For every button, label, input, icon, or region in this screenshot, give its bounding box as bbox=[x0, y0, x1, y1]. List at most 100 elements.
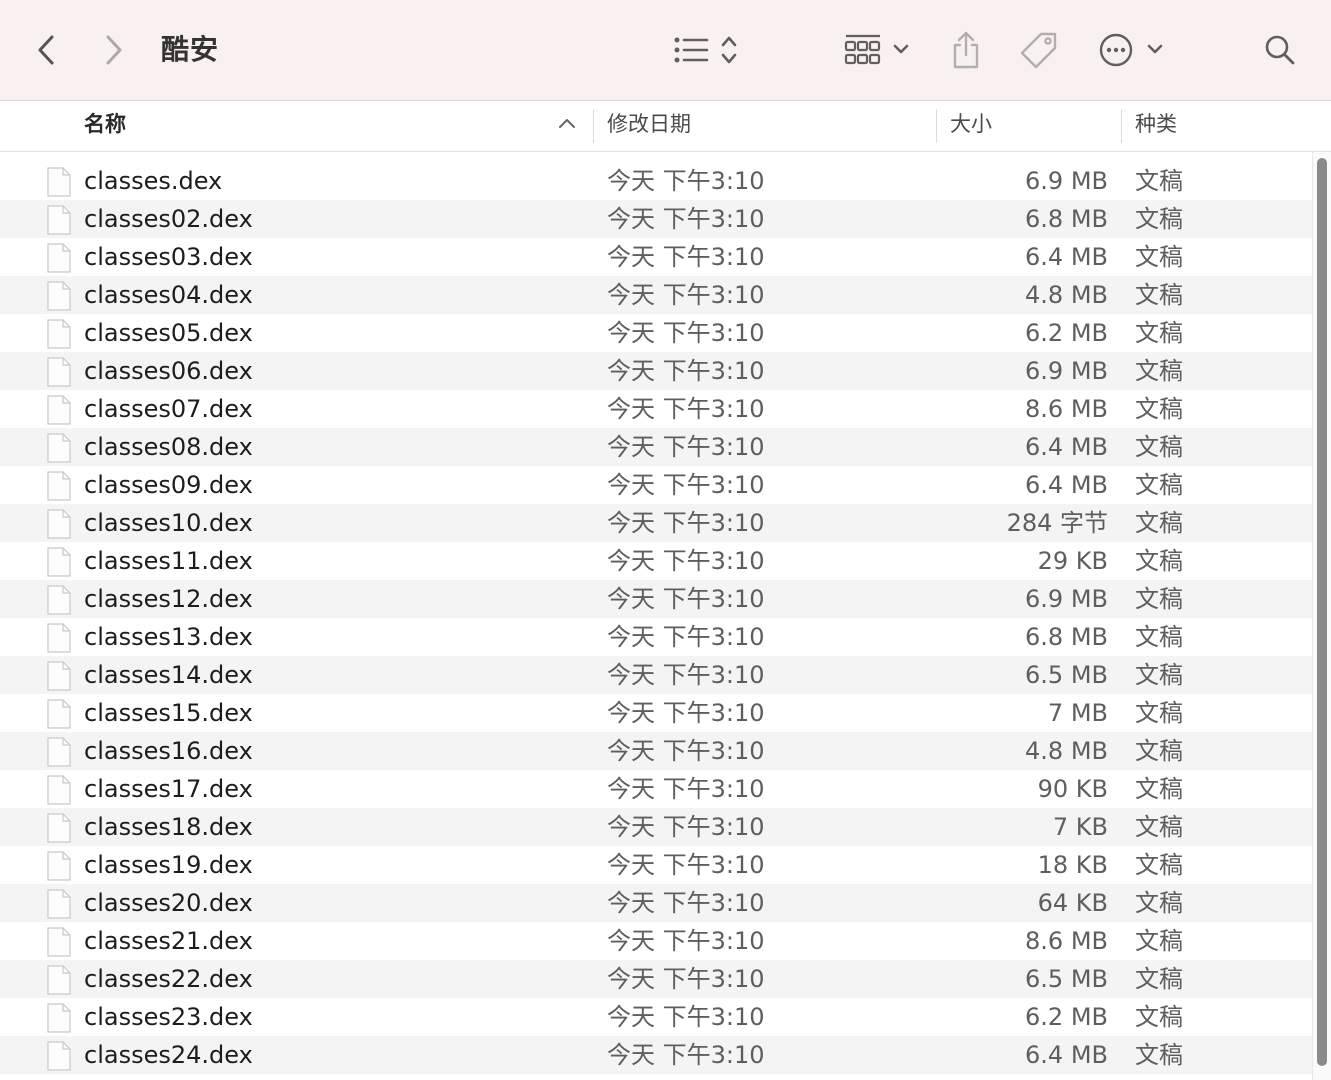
file-modified-date: 今天 下午3:10 bbox=[607, 965, 765, 993]
file-modified-date: 今天 下午3:10 bbox=[607, 585, 765, 613]
file-kind: 文稿 bbox=[1135, 585, 1183, 613]
view-mode-button[interactable] bbox=[670, 26, 742, 74]
document-icon bbox=[46, 167, 72, 197]
file-modified-date: 今天 下午3:10 bbox=[607, 547, 765, 575]
column-divider[interactable] bbox=[1121, 109, 1122, 143]
file-name: classes04.dex bbox=[84, 281, 253, 309]
file-row[interactable]: classes24.dex 今天 下午3:10 6.4 MB 文稿 bbox=[0, 1036, 1312, 1074]
file-size: 6.5 MB bbox=[1025, 661, 1108, 689]
file-row[interactable]: classes18.dex 今天 下午3:10 7 KB 文稿 bbox=[0, 808, 1312, 846]
file-row[interactable]: classes21.dex 今天 下午3:10 8.6 MB 文稿 bbox=[0, 922, 1312, 960]
file-name: classes03.dex bbox=[84, 243, 253, 271]
file-row[interactable]: classes23.dex 今天 下午3:10 6.2 MB 文稿 bbox=[0, 998, 1312, 1036]
column-header: 名称 修改日期 大小 种类 bbox=[0, 101, 1331, 152]
scrollbar[interactable] bbox=[1312, 152, 1331, 1080]
file-row[interactable]: classes19.dex 今天 下午3:10 18 KB 文稿 bbox=[0, 846, 1312, 884]
group-button[interactable] bbox=[843, 26, 913, 74]
file-kind: 文稿 bbox=[1135, 889, 1183, 917]
file-kind: 文稿 bbox=[1135, 927, 1183, 955]
file-kind: 文稿 bbox=[1135, 243, 1183, 271]
column-name-header[interactable]: 名称 bbox=[84, 101, 126, 151]
file-kind: 文稿 bbox=[1135, 965, 1183, 993]
file-modified-date: 今天 下午3:10 bbox=[607, 775, 765, 803]
file-kind: 文稿 bbox=[1135, 471, 1183, 499]
document-icon bbox=[46, 319, 72, 349]
group-icon bbox=[844, 34, 909, 65]
file-row[interactable]: classes08.dex 今天 下午3:10 6.4 MB 文稿 bbox=[0, 428, 1312, 466]
file-row[interactable]: classes17.dex 今天 下午3:10 90 KB 文稿 bbox=[0, 770, 1312, 808]
share-icon bbox=[953, 31, 979, 69]
file-modified-date: 今天 下午3:10 bbox=[607, 1003, 765, 1031]
tag-button[interactable] bbox=[1017, 26, 1061, 74]
file-row[interactable]: classes22.dex 今天 下午3:10 6.5 MB 文稿 bbox=[0, 960, 1312, 998]
file-list: classes.dex 今天 下午3:10 6.9 MB 文稿 classes02.de… bbox=[0, 162, 1312, 1074]
file-row[interactable]: classes06.dex 今天 下午3:10 6.9 MB 文稿 bbox=[0, 352, 1312, 390]
file-size: 6.2 MB bbox=[1025, 319, 1108, 347]
file-row[interactable]: classes09.dex 今天 下午3:10 6.4 MB 文稿 bbox=[0, 466, 1312, 504]
search-button[interactable] bbox=[1262, 26, 1298, 74]
file-kind: 文稿 bbox=[1135, 737, 1183, 765]
document-icon bbox=[46, 471, 72, 501]
file-row[interactable]: classes13.dex 今天 下午3:10 6.8 MB 文稿 bbox=[0, 618, 1312, 656]
document-icon bbox=[46, 395, 72, 425]
more-actions-button[interactable] bbox=[1098, 26, 1168, 74]
file-row[interactable]: classes14.dex 今天 下午3:10 6.5 MB 文稿 bbox=[0, 656, 1312, 694]
file-name: classes02.dex bbox=[84, 205, 253, 233]
column-divider[interactable] bbox=[936, 109, 937, 143]
file-modified-date: 今天 下午3:10 bbox=[607, 623, 765, 651]
file-name: classes22.dex bbox=[84, 965, 253, 993]
file-modified-date: 今天 下午3:10 bbox=[607, 509, 765, 537]
file-row[interactable]: classes04.dex 今天 下午3:10 4.8 MB 文稿 bbox=[0, 276, 1312, 314]
file-row[interactable]: classes.dex 今天 下午3:10 6.9 MB 文稿 bbox=[0, 162, 1312, 200]
share-button[interactable] bbox=[946, 26, 986, 74]
document-icon bbox=[46, 699, 72, 729]
file-size: 4.8 MB bbox=[1025, 737, 1108, 765]
document-icon bbox=[46, 281, 72, 311]
list-view-icon bbox=[674, 36, 737, 64]
file-modified-date: 今天 下午3:10 bbox=[607, 167, 765, 195]
sort-ascending-icon[interactable] bbox=[558, 117, 576, 133]
document-icon bbox=[46, 927, 72, 957]
file-kind: 文稿 bbox=[1135, 167, 1183, 195]
file-row[interactable]: classes03.dex 今天 下午3:10 6.4 MB 文稿 bbox=[0, 238, 1312, 276]
file-kind: 文稿 bbox=[1135, 775, 1183, 803]
file-kind: 文稿 bbox=[1135, 319, 1183, 347]
file-name: classes09.dex bbox=[84, 471, 253, 499]
back-button[interactable] bbox=[28, 26, 64, 74]
document-icon bbox=[46, 357, 72, 387]
file-size: 6.2 MB bbox=[1025, 1003, 1108, 1031]
file-row[interactable]: classes15.dex 今天 下午3:10 7 MB 文稿 bbox=[0, 694, 1312, 732]
forward-icon bbox=[106, 35, 122, 65]
document-icon bbox=[46, 205, 72, 235]
file-modified-date: 今天 下午3:10 bbox=[607, 699, 765, 727]
document-icon bbox=[46, 889, 72, 919]
column-date-header[interactable]: 修改日期 bbox=[607, 101, 691, 151]
scrollbar-thumb[interactable] bbox=[1317, 158, 1327, 1066]
file-row[interactable]: classes11.dex 今天 下午3:10 29 KB 文稿 bbox=[0, 542, 1312, 580]
search-icon bbox=[1265, 35, 1295, 65]
file-size: 8.6 MB bbox=[1025, 395, 1108, 423]
file-modified-date: 今天 下午3:10 bbox=[607, 357, 765, 385]
file-row[interactable]: classes12.dex 今天 下午3:10 6.9 MB 文稿 bbox=[0, 580, 1312, 618]
file-name: classes24.dex bbox=[84, 1041, 253, 1069]
file-size: 29 KB bbox=[1037, 547, 1108, 575]
file-row[interactable]: classes05.dex 今天 下午3:10 6.2 MB 文稿 bbox=[0, 314, 1312, 352]
file-row[interactable]: classes16.dex 今天 下午3:10 4.8 MB 文稿 bbox=[0, 732, 1312, 770]
file-kind: 文稿 bbox=[1135, 623, 1183, 651]
file-kind: 文稿 bbox=[1135, 851, 1183, 879]
file-modified-date: 今天 下午3:10 bbox=[607, 813, 765, 841]
file-modified-date: 今天 下午3:10 bbox=[607, 243, 765, 271]
file-name: classes20.dex bbox=[84, 889, 253, 917]
file-size: 6.4 MB bbox=[1025, 1041, 1108, 1069]
file-row[interactable]: classes02.dex 今天 下午3:10 6.8 MB 文稿 bbox=[0, 200, 1312, 238]
file-row[interactable]: classes20.dex 今天 下午3:10 64 KB 文稿 bbox=[0, 884, 1312, 922]
column-divider[interactable] bbox=[593, 109, 594, 143]
forward-button[interactable] bbox=[96, 26, 132, 74]
tag-icon bbox=[1020, 32, 1057, 69]
column-size-header[interactable]: 大小 bbox=[950, 101, 992, 151]
file-row[interactable]: classes07.dex 今天 下午3:10 8.6 MB 文稿 bbox=[0, 390, 1312, 428]
file-name: classes15.dex bbox=[84, 699, 253, 727]
file-row[interactable]: classes10.dex 今天 下午3:10 284 字节 文稿 bbox=[0, 504, 1312, 542]
column-kind-header[interactable]: 种类 bbox=[1135, 101, 1177, 151]
file-name: classes05.dex bbox=[84, 319, 253, 347]
